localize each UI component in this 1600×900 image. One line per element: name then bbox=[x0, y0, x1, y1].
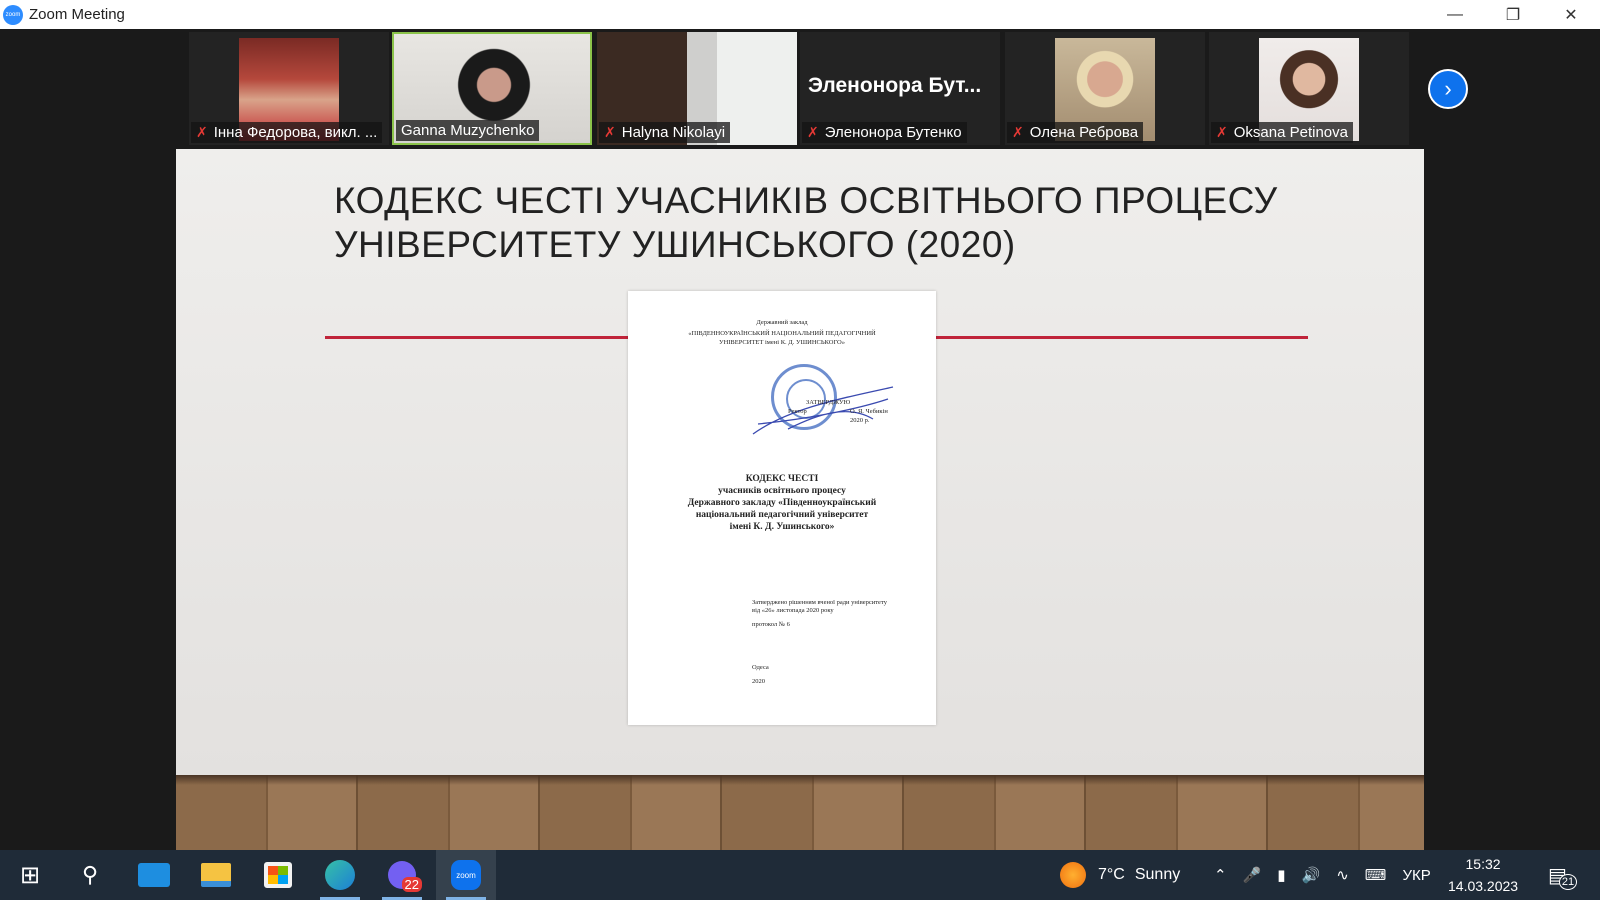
volume-icon[interactable]: 🔊 bbox=[1302, 866, 1321, 884]
doc-text: О. Я. Чебикін bbox=[850, 408, 888, 415]
mail-icon bbox=[138, 863, 170, 887]
store-icon bbox=[264, 862, 292, 888]
participant-name: Oksana Petinova bbox=[1233, 124, 1348, 141]
participant-name: Ganna Muzychenko bbox=[401, 122, 535, 139]
mic-muted-icon: ✗ bbox=[1012, 124, 1024, 140]
participant-tile-active-speaker[interactable]: Ganna Muzychenko bbox=[392, 32, 592, 145]
restore-button[interactable]: ❐ bbox=[1484, 0, 1542, 29]
participant-tile[interactable]: ✗ Halyna Nikolayi bbox=[597, 32, 797, 145]
zoom-app[interactable]: zoom bbox=[436, 850, 496, 900]
participant-name: Halyna Nikolayi bbox=[621, 124, 726, 141]
mic-muted-icon: ✗ bbox=[1216, 124, 1228, 140]
mail-app[interactable] bbox=[124, 850, 184, 900]
doc-title: КОДЕКС ЧЕСТІ bbox=[745, 474, 819, 484]
participant-tile[interactable]: Эленонора Бут... ✗ Эленонора Бутенко bbox=[800, 32, 1000, 145]
battery-icon[interactable]: ▮ bbox=[1277, 866, 1285, 884]
language-indicator[interactable]: УКР bbox=[1402, 867, 1430, 884]
doc-text: «ПІВДЕННОУКРАЇНСЬКИЙ НАЦІОНАЛЬНИЙ ПЕДАГО… bbox=[688, 330, 876, 337]
mic-muted-icon: ✗ bbox=[196, 124, 208, 140]
clock-date: 14.03.2023 bbox=[1448, 878, 1519, 894]
weather-condition: Sunny bbox=[1134, 866, 1181, 883]
next-page-button[interactable]: › bbox=[1428, 69, 1468, 109]
participant-display-name: Эленонора Бут... bbox=[808, 74, 982, 97]
windows-icon: ⊞ bbox=[19, 861, 41, 889]
doc-text: Затверджено рішенням вченої ради універс… bbox=[752, 599, 887, 606]
participant-name: Эленонора Бутенко bbox=[824, 124, 962, 141]
slide-wood-floor bbox=[176, 775, 1424, 850]
doc-text: 2020 bbox=[752, 678, 765, 685]
keyboard-icon[interactable]: ⌨ bbox=[1365, 866, 1387, 884]
search-button[interactable]: ⚲ bbox=[60, 850, 120, 900]
divider bbox=[936, 336, 1308, 339]
chevron-up-icon[interactable]: ⌃ bbox=[1214, 866, 1227, 884]
close-button[interactable]: ✕ bbox=[1542, 0, 1600, 29]
doc-text: Державний заклад bbox=[756, 319, 808, 326]
participant-tile[interactable]: ✗ Oksana Petinova bbox=[1209, 32, 1409, 145]
mic-muted-icon: ✗ bbox=[604, 124, 616, 140]
doc-text: протокол № 6 bbox=[752, 621, 790, 628]
doc-text: Ректор bbox=[788, 408, 807, 415]
doc-title: учасників освітнього процесу bbox=[718, 486, 846, 496]
participant-name: Інна Федорова, викл. ... bbox=[213, 124, 378, 141]
minimize-button[interactable]: — bbox=[1426, 0, 1484, 29]
sun-icon bbox=[1060, 862, 1086, 888]
taskbar: ⊞ ⚲ 22 zoom 7°C Sunny ⌃ 🎤 ▮ 🔊 ∿ ⌨ УКР 15… bbox=[0, 850, 1600, 900]
divider bbox=[325, 336, 628, 339]
participant-tile[interactable]: ✗ Олена Реброва bbox=[1005, 32, 1205, 145]
clock-time: 15:32 bbox=[1465, 856, 1501, 872]
viber-app[interactable]: 22 bbox=[372, 850, 432, 900]
participant-tile[interactable]: ✗ Інна Федорова, викл. ... bbox=[189, 32, 389, 145]
doc-title: Державного закладу «Південноукраїнський bbox=[687, 498, 877, 508]
folder-icon bbox=[201, 863, 231, 887]
document-page: Державний заклад «ПІВДЕННОУКРАЇНСЬКИЙ НА… bbox=[628, 291, 936, 725]
edge-icon bbox=[325, 860, 355, 890]
shared-screen-slide: КОДЕКС ЧЕСТІ УЧАСНИКІВ ОСВІТНЬОГО ПРОЦЕС… bbox=[176, 149, 1424, 775]
wifi-icon[interactable]: ∿ bbox=[1336, 866, 1349, 884]
doc-text: 2020 р. bbox=[850, 417, 870, 424]
window-title: Zoom Meeting bbox=[29, 6, 125, 23]
search-icon: ⚲ bbox=[81, 862, 99, 887]
doc-title: імені К. Д. Ушинського» bbox=[729, 522, 835, 532]
mic-muted-icon: ✗ bbox=[807, 124, 819, 140]
participant-strip: ✗ Інна Федорова, викл. ... Ganna Muzychen… bbox=[0, 29, 1600, 149]
edge-app[interactable] bbox=[310, 850, 370, 900]
doc-title: національний педагогічний університет bbox=[695, 510, 869, 520]
participant-name: Олена Реброва bbox=[1029, 124, 1139, 141]
title-bar: zoom Zoom Meeting — ❐ ✕ bbox=[0, 0, 1600, 29]
doc-text: від «26» листопада 2020 року bbox=[752, 607, 834, 614]
notification-center-button[interactable]: ▤ 21 bbox=[1548, 850, 1578, 900]
weather-temp: 7°C bbox=[1098, 866, 1125, 883]
weather-widget[interactable]: 7°C Sunny bbox=[1060, 850, 1180, 900]
doc-text: ЗАТВЕРДЖУЮ bbox=[806, 399, 851, 406]
zoom-icon: zoom bbox=[451, 860, 481, 890]
notification-badge: 22 bbox=[401, 877, 422, 892]
notification-count: 21 bbox=[1558, 874, 1578, 890]
doc-text: Одеса bbox=[752, 664, 769, 671]
chevron-right-icon: › bbox=[1444, 76, 1452, 101]
slide-title: КОДЕКС ЧЕСТІ УЧАСНИКІВ ОСВІТНЬОГО ПРОЦЕС… bbox=[334, 180, 1278, 265]
store-app[interactable] bbox=[248, 850, 308, 900]
doc-text: УНІВЕРСИТЕТ імені К. Д. УШИНСЬКОГО» bbox=[718, 339, 846, 346]
zoom-logo-icon: zoom bbox=[3, 4, 23, 25]
clock[interactable]: 15:32 14.03.2023 bbox=[1448, 850, 1518, 900]
file-explorer-app[interactable] bbox=[186, 850, 246, 900]
microphone-icon[interactable]: 🎤 bbox=[1243, 866, 1262, 884]
start-button[interactable]: ⊞ bbox=[0, 850, 60, 900]
